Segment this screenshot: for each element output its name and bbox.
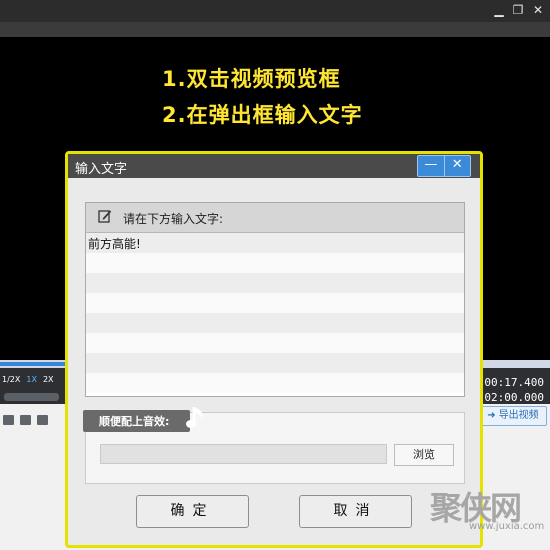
toolbar-strip (0, 22, 550, 37)
audio-tag: 顺便配上音效: (83, 410, 190, 432)
time-total: 02:00.000 (484, 391, 544, 404)
music-note-icon (186, 407, 203, 428)
dialog-close-icon[interactable]: ✕ (445, 156, 471, 176)
watermark-url: www.juxia.com (469, 521, 545, 532)
caption-line-2: 2.在弹出框输入文字 (162, 103, 363, 127)
cancel-button[interactable]: 取消 (299, 495, 412, 528)
dialog-title: 输入文字 (75, 162, 128, 177)
panel-header-label: 请在下方输入文字: (123, 212, 224, 226)
speed-double[interactable]: 2X (43, 375, 54, 389)
speed-selector: 1/2X 1X 2X (2, 375, 54, 389)
playback-slider[interactable] (4, 393, 59, 401)
browse-button[interactable]: 浏览 (394, 444, 454, 466)
audio-label: 顺便配上音效: (99, 415, 170, 428)
dialog-title-bar[interactable]: 输入文字 — ✕ (68, 154, 480, 178)
ok-button[interactable]: 确定 (136, 495, 249, 528)
progress-fill (0, 362, 70, 366)
dialog-minimize-icon[interactable]: — (418, 156, 445, 176)
text-input-value[interactable]: 前方高能! (88, 235, 141, 252)
time-current: 00:17.400 (484, 376, 544, 389)
edit-icon (98, 210, 112, 223)
speed-half[interactable]: 1/2X (2, 375, 20, 389)
panel-header: 请在下方输入文字: (86, 203, 464, 233)
restore-icon[interactable]: ❐ (511, 3, 525, 17)
close-icon[interactable]: ✕ (531, 3, 545, 17)
text-input-area[interactable] (86, 233, 464, 395)
save-icon[interactable] (37, 415, 48, 425)
export-video-button[interactable]: 导出视频 (479, 406, 547, 426)
window-title-bar: ▁ ❐ ✕ (0, 0, 550, 22)
caption-line-1: 1.双击视频预览框 (162, 67, 341, 91)
folder-icon[interactable] (20, 415, 31, 425)
audio-panel: 顺便配上音效: 浏览 (83, 407, 465, 484)
film-icon[interactable] (3, 415, 14, 425)
tool-icons (3, 415, 48, 425)
speed-normal[interactable]: 1X (26, 375, 37, 389)
text-input-panel: 请在下方输入文字: 前方高能! (85, 202, 465, 397)
input-text-dialog: 输入文字 — ✕ 请在下方输入文字: 前方高能! 顺便配上音效: 浏览 确定 取… (65, 151, 483, 548)
audio-path-field[interactable] (100, 444, 387, 464)
minimize-icon[interactable]: ▁ (492, 3, 506, 17)
dialog-window-controls: — ✕ (417, 155, 471, 177)
